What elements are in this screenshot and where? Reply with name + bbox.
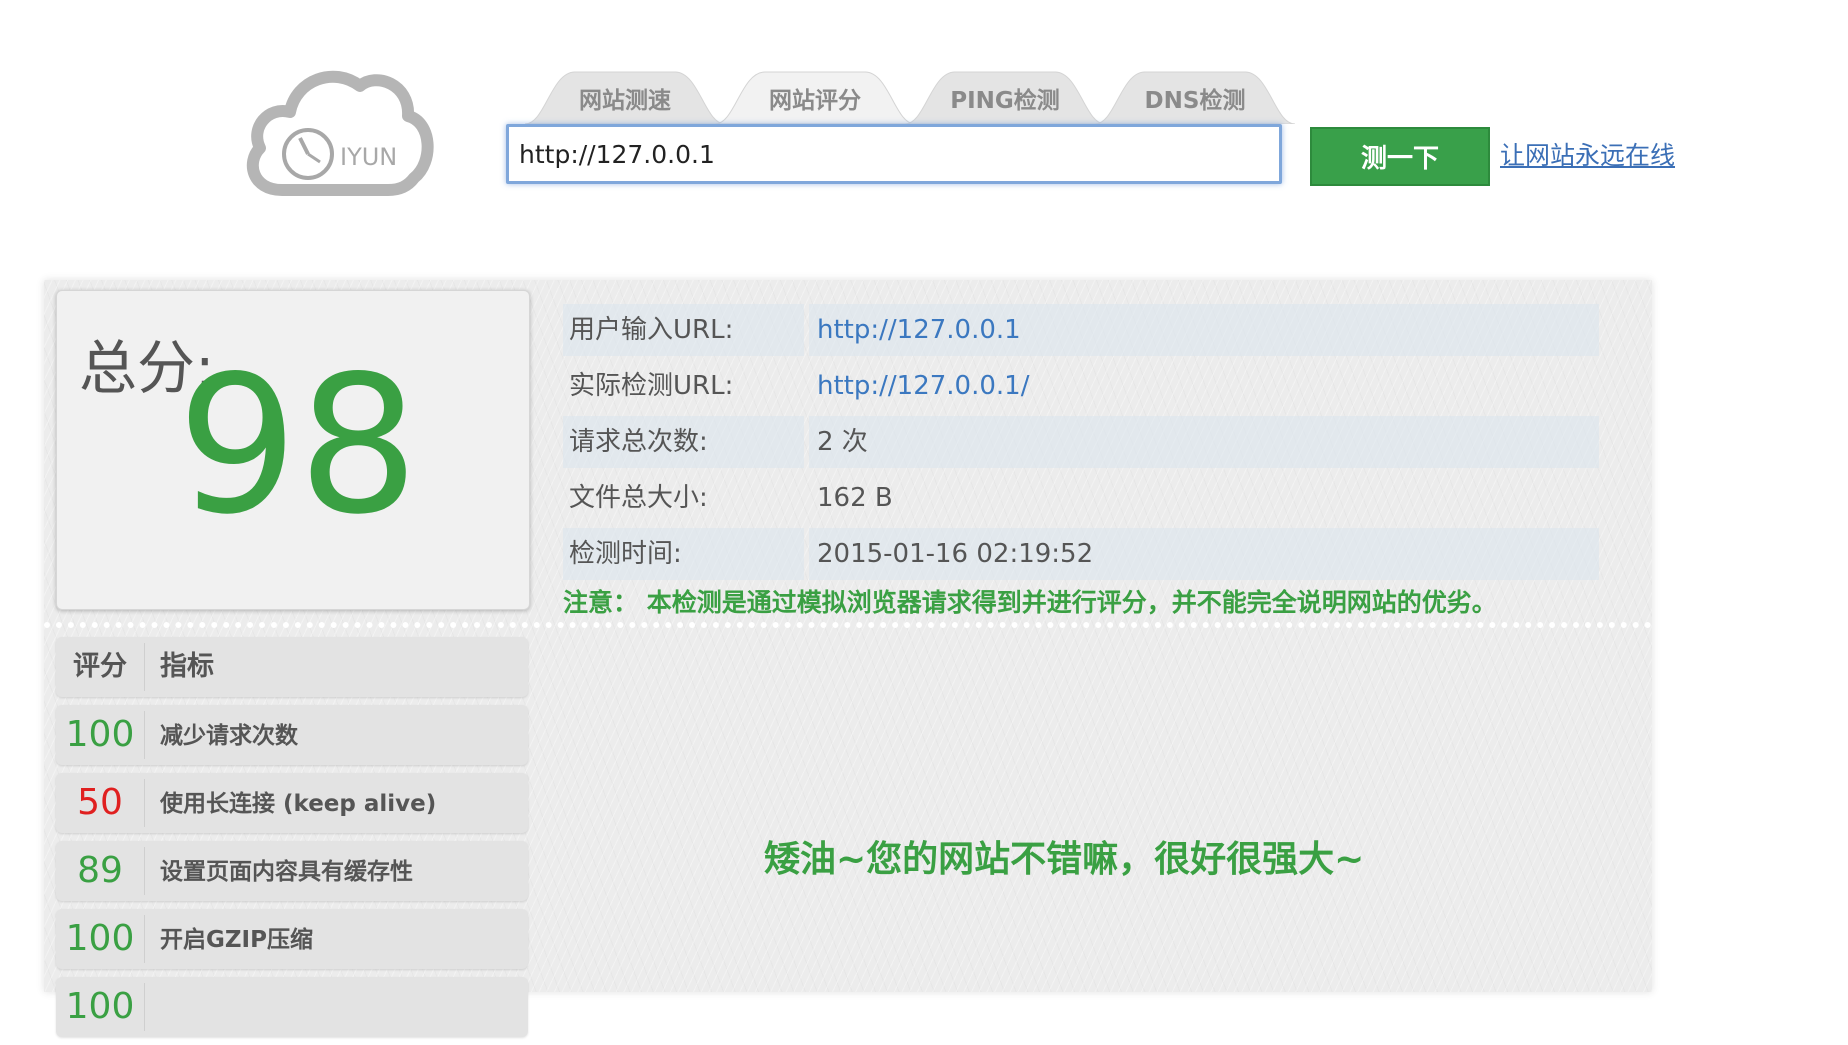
tab-site-score[interactable]: 网站评分 [715,68,915,124]
metric-score: 50 [77,782,123,823]
info-row: 文件总大小: 162 B [563,472,1599,524]
info-row: 检测时间: 2015-01-16 02:19:52 [563,528,1599,580]
tab-speed-test[interactable]: 网站测速 [525,68,725,124]
url-input[interactable] [506,124,1282,184]
info-value-link[interactable]: http://127.0.0.1 [809,304,1599,356]
info-key: 检测时间: [563,528,804,580]
info-value: 2 次 [809,416,1599,468]
tab-dns-test[interactable]: DNS检测 [1095,68,1295,124]
metric-row[interactable]: 100 开启GZIP压缩 [56,909,528,969]
metric-name: 开启GZIP压缩 [160,927,313,953]
metric-row[interactable]: 50 使用长连接 (keep alive) [56,773,528,833]
metric-score: 100 [65,918,135,959]
info-table: 用户输入URL: http://127.0.0.1 实际检测URL: http:… [563,304,1599,584]
info-row: 实际检测URL: http://127.0.0.1/ [563,360,1599,412]
divider [44,622,1652,628]
test-button[interactable]: 测一下 [1310,127,1490,186]
info-value: 2015-01-16 02:19:52 [809,528,1599,580]
metric-row[interactable]: 89 设置页面内容具有缓存性 [56,841,528,901]
info-row: 用户输入URL: http://127.0.0.1 [563,304,1599,356]
metric-row[interactable]: 100 减少请求次数 [56,705,528,765]
info-value-link[interactable]: http://127.0.0.1/ [809,360,1599,412]
metrics-header-name: 指标 [160,651,214,682]
info-value: 162 B [817,483,893,513]
metric-name: 设置页面内容具有缓存性 [160,859,413,885]
keep-online-link[interactable]: 让网站永远在线 [1500,136,1675,172]
logo-text: IYUN [340,143,397,171]
info-key: 文件总大小: [569,483,708,513]
cloud-logo-icon: IYUN [246,70,434,196]
logo: IYUN [242,62,434,204]
result-panel: 总分: 98 用户输入URL: http://127.0.0.1 实际检测URL… [44,280,1652,1037]
score-value: 98 [177,335,419,556]
info-key: 请求总次数: [563,416,804,468]
notice-text: 注意： 本检测是通过模拟浏览器请求得到并进行评分，并不能完全说明网站的优劣。 [563,588,1497,617]
metric-score: 100 [65,714,135,755]
metric-row[interactable]: 100 [56,977,528,1037]
result-message: 矮油~您的网站不错嘛，很好很强大~ [764,839,1365,880]
tab-ping-test[interactable]: PING检测 [905,68,1105,124]
metrics-list: 评分 指标 100 减少请求次数 50 使用长连接 (keep alive) 8… [56,637,528,1045]
info-row: 请求总次数: 2 次 [563,416,1599,468]
metric-score: 100 [65,986,135,1027]
info-key: 用户输入URL: [563,304,804,356]
metrics-header: 评分 指标 [56,637,528,697]
info-key: 实际检测URL: [569,371,734,401]
metric-name: 使用长连接 (keep alive) [160,791,437,817]
metrics-header-score: 评分 [73,651,127,682]
tab-bar: 网站测速 网站评分 PING检测 DNS检测 [525,68,1305,124]
metric-score: 89 [77,850,123,891]
metric-name: 减少请求次数 [160,723,298,749]
score-card: 总分: 98 [56,290,530,610]
